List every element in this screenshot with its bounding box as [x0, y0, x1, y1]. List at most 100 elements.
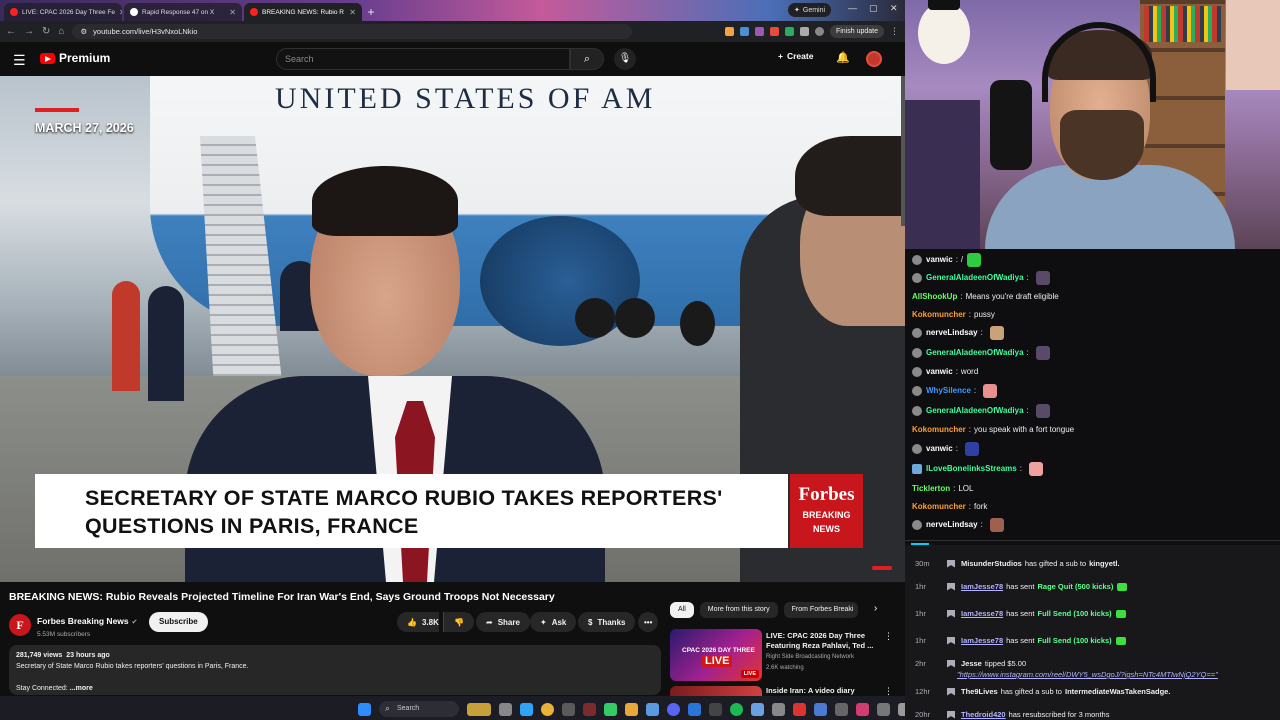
extension-icon[interactable] — [739, 27, 749, 36]
event-target[interactable]: "https://www.instagram.com/reel/DWY5_wsD… — [957, 670, 1218, 679]
app-icon[interactable] — [646, 702, 659, 716]
youtube-premium-logo[interactable]: Premium — [40, 51, 110, 65]
minimize-icon[interactable]: — — [848, 3, 857, 13]
video-player[interactable]: UNITED STATES OF AM MARCH 27, 2026 SECRE… — [0, 76, 905, 582]
tab-cpac[interactable]: LIVE: CPAC 2026 Day Three Fe ✕ — [4, 3, 122, 21]
app-icon[interactable] — [688, 702, 701, 716]
app-icon[interactable] — [856, 702, 869, 716]
chevron-right-icon[interactable]: › — [874, 603, 877, 614]
chat-username[interactable]: GeneralAladeenOfWadiya — [926, 406, 1024, 415]
profile-icon[interactable] — [814, 27, 824, 36]
extension-icon[interactable] — [754, 27, 764, 36]
recommendation-thumbnail[interactable]: CPAC 2026 DAY THREE LIVE LIVE — [670, 629, 762, 681]
chat-username[interactable]: vanwic — [926, 255, 953, 264]
site-info-icon[interactable]: ⚙ — [80, 27, 87, 36]
event-user[interactable]: IamJesse78 — [961, 582, 1003, 591]
recommendation-thumbnail[interactable] — [670, 686, 762, 696]
chat-username[interactable]: vanwic — [926, 444, 953, 453]
chat-username[interactable]: AllShookUp — [912, 292, 957, 301]
chat-username[interactable]: WhySilence — [926, 386, 971, 395]
app-icon[interactable] — [772, 702, 785, 716]
app-icon[interactable] — [604, 702, 617, 716]
description-box[interactable]: 281,749 views 23 hours ago Secretary of … — [9, 645, 661, 695]
event-user[interactable]: IamJesse78 — [961, 636, 1003, 645]
event-user[interactable]: IamJesse78 — [961, 609, 1003, 618]
chip-more-from-story[interactable]: More from this story — [699, 602, 778, 618]
close-icon[interactable]: ✕ — [119, 8, 122, 17]
dislike-button[interactable]: 👎 — [443, 612, 474, 632]
avatar[interactable] — [866, 51, 882, 67]
obs-icon[interactable] — [583, 702, 596, 716]
task-view-icon[interactable] — [499, 702, 512, 716]
extension-icon[interactable] — [784, 27, 794, 36]
app-icon[interactable] — [835, 702, 848, 716]
recommendation-channel[interactable]: Right Side Broadcasting Network — [766, 654, 854, 660]
reload-icon[interactable]: ↻ — [42, 26, 50, 37]
windows-start-icon[interactable] — [358, 702, 371, 716]
chat-username[interactable]: nerveLindsay — [926, 520, 978, 529]
chrome-icon[interactable] — [541, 702, 554, 716]
event-user[interactable]: The9Lives — [961, 687, 998, 696]
spotify-icon[interactable] — [730, 702, 743, 716]
finish-update-button[interactable]: Finish update — [829, 25, 884, 38]
channel-name[interactable]: Forbes Breaking News — [37, 616, 129, 626]
channel-avatar[interactable]: F — [9, 613, 31, 636]
app-icon[interactable] — [814, 702, 827, 716]
back-icon[interactable]: ← — [6, 26, 16, 37]
menu-dots-icon[interactable]: ⋮ — [890, 26, 899, 37]
more-link[interactable]: ...more — [70, 685, 93, 692]
event-user[interactable]: Thedroid420 — [961, 710, 1006, 719]
app-icon[interactable] — [562, 702, 575, 716]
home-icon[interactable]: ⌂ — [58, 26, 64, 37]
chip-from-forbes[interactable]: From Forbes Breaki — [783, 602, 858, 618]
new-tab-button[interactable]: + — [364, 5, 378, 19]
edge-icon[interactable] — [520, 702, 533, 716]
share-button[interactable]: ➦ Share — [476, 612, 530, 632]
chip-all[interactable]: All — [670, 602, 694, 618]
search-input[interactable]: Search — [276, 48, 570, 70]
chat-username[interactable]: vanwic — [926, 367, 953, 376]
subscribe-button[interactable]: Subscribe — [149, 612, 208, 632]
extension-icon[interactable] — [769, 27, 779, 36]
close-icon[interactable]: ✕ — [349, 8, 356, 17]
app-icon[interactable] — [751, 702, 764, 716]
chat-username[interactable]: GeneralAladeenOfWadiya — [926, 348, 1024, 357]
microphone-icon[interactable]: 🎙 — [614, 48, 636, 70]
maximize-icon[interactable]: ▢ — [869, 3, 878, 14]
tab-rapid-response[interactable]: Rapid Response 47 on X ✕ — [124, 3, 242, 21]
extensions-puzzle-icon[interactable] — [799, 27, 809, 36]
ask-button[interactable]: ✦ Ask — [530, 612, 577, 632]
event-user[interactable]: Jesse — [961, 659, 982, 668]
file-explorer-icon[interactable] — [625, 702, 638, 716]
app-icon[interactable] — [793, 702, 806, 716]
recommendation-item[interactable]: Inside Iran: A video diary ⋮ — [670, 686, 895, 696]
close-icon[interactable]: ✕ — [229, 8, 236, 17]
close-window-icon[interactable]: ✕ — [890, 3, 898, 14]
widget-icon[interactable] — [467, 702, 491, 716]
event-user[interactable]: MisunderStudios — [961, 559, 1022, 568]
thanks-button[interactable]: $ Thanks — [578, 612, 636, 632]
chat-username[interactable]: Kokomuncher — [912, 502, 966, 511]
recommendation-title[interactable]: LIVE: CPAC 2026 Day Three Featuring Reza… — [766, 631, 884, 651]
create-button[interactable]: + Create — [778, 51, 813, 61]
gemini-button[interactable]: ✦ Gemini — [788, 3, 832, 17]
more-vert-icon[interactable]: ⋮ — [884, 631, 893, 642]
hamburger-menu-icon[interactable]: ☰ — [13, 52, 26, 69]
tab-breaking-news[interactable]: BREAKING NEWS: Rubio R ✕ — [244, 3, 362, 21]
discord-icon[interactable] — [667, 702, 680, 716]
recommendation-title[interactable]: Inside Iran: A video diary — [766, 686, 884, 696]
url-field[interactable]: ⚙ youtube.com/live/H3vNxoLNkio — [72, 24, 633, 39]
app-icon[interactable] — [877, 702, 890, 716]
notifications-bell-icon[interactable]: 🔔 — [836, 51, 850, 64]
taskbar-search[interactable]: Search — [379, 701, 459, 717]
chat-username[interactable]: Kokomuncher — [912, 425, 966, 434]
recommendation-item[interactable]: CPAC 2026 DAY THREE LIVE LIVE LIVE: CPAC… — [670, 629, 895, 684]
search-icon[interactable]: ⌕ — [570, 48, 604, 70]
chat-username[interactable]: nerveLindsay — [926, 328, 978, 337]
like-button[interactable]: 👍 3.8K — [397, 612, 439, 632]
chat-username[interactable]: ILoveBonelinksStreams — [926, 464, 1017, 473]
chat-username[interactable]: Ticklerton — [912, 484, 950, 493]
extension-icon[interactable] — [724, 27, 734, 36]
forward-icon[interactable]: → — [24, 26, 34, 37]
chat-username[interactable]: Kokomuncher — [912, 310, 966, 319]
